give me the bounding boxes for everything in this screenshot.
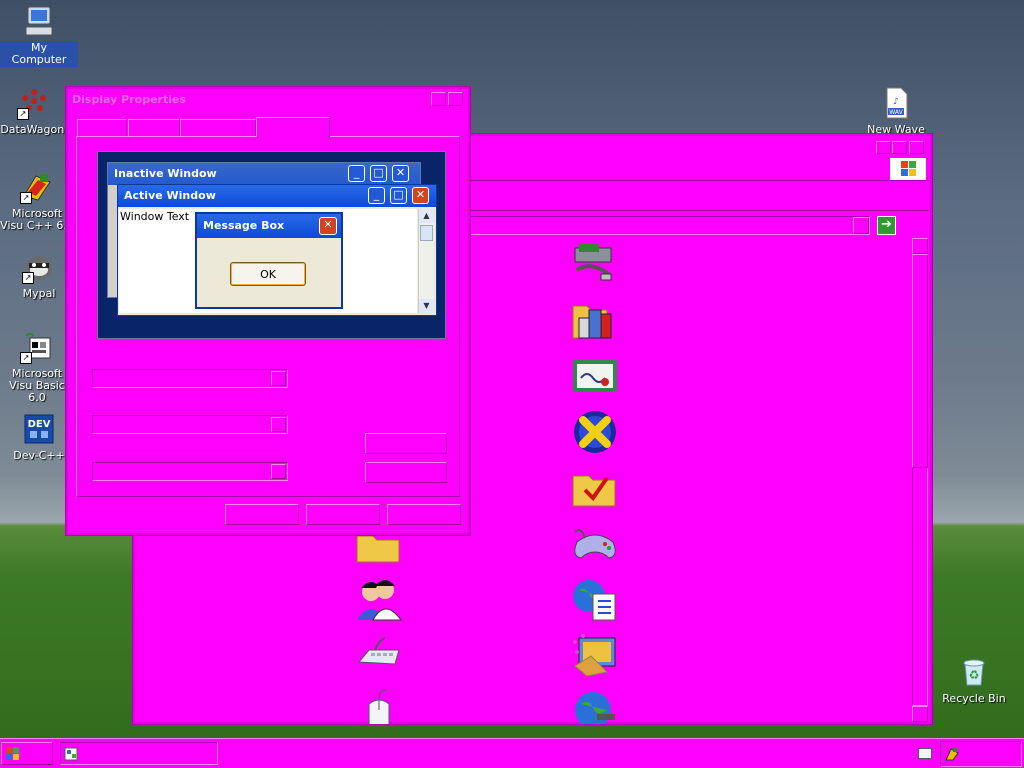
- desktop-icon-my-computer[interactable]: My Computer: [0, 4, 78, 67]
- desktop-icon-datawagon[interactable]: ↗ DataWagon.: [0, 86, 73, 137]
- windows-logo-icon: [890, 158, 926, 180]
- minimize-icon: _: [368, 187, 385, 204]
- close-button[interactable]: [448, 92, 463, 106]
- desktop-icon-recycle-bin[interactable]: ♻ Recycle Bin: [935, 655, 1013, 706]
- window-title: Display Properties: [72, 93, 187, 106]
- svg-text:♻: ♻: [969, 668, 980, 682]
- ok-dialog-button[interactable]: [225, 504, 299, 525]
- desktop-icon-visual-basic[interactable]: ↗ Microsoft Visu Basic 6.0: [0, 330, 76, 405]
- wav-file-icon: ♪ WAV: [879, 86, 913, 120]
- internet-options-icon[interactable]: [571, 576, 619, 624]
- close-button[interactable]: [909, 141, 924, 154]
- svg-text:DEV: DEV: [28, 419, 51, 430]
- desktop-icon-new-wave[interactable]: ♪ WAV New Wave: [857, 86, 935, 137]
- scroll-down-button[interactable]: [912, 706, 928, 722]
- tab-themes[interactable]: [77, 119, 127, 136]
- shortcut-arrow-icon: ↗: [20, 192, 32, 204]
- tab-screen-saver[interactable]: [180, 119, 256, 136]
- control-panel-icon: [64, 747, 78, 761]
- cancel-dialog-button[interactable]: [306, 504, 380, 525]
- close-icon: ✕: [412, 187, 429, 204]
- maximize-button[interactable]: [892, 141, 907, 154]
- maximize-icon: □: [370, 165, 387, 182]
- minimize-icon: _: [348, 165, 365, 182]
- svg-text:♪: ♪: [893, 97, 899, 107]
- visual-basic-icon: ↗: [20, 330, 54, 364]
- maximize-icon: □: [390, 187, 407, 204]
- tab-desktop[interactable]: [128, 119, 180, 136]
- taskbar-button-control-panel[interactable]: [60, 742, 218, 765]
- my-computer-icon: [22, 4, 56, 38]
- preview-scrollbar: ▲ ▼: [418, 209, 434, 313]
- scroll-up-button[interactable]: [912, 238, 928, 254]
- desktop-icon-label: Microsoft Visu Basic 6.0: [9, 367, 65, 404]
- add-hardware-icon[interactable]: [571, 240, 619, 288]
- network-icon[interactable]: [571, 688, 619, 724]
- apply-dialog-button[interactable]: [387, 504, 461, 525]
- visual-cpp-icon: ↗: [20, 170, 54, 204]
- desktop-icon-label: DataWagon.: [0, 123, 68, 136]
- keyboard-icon[interactable]: [355, 632, 403, 680]
- close-icon: ✕: [392, 165, 409, 182]
- close-icon: ✕: [319, 217, 337, 235]
- minimize-button[interactable]: [876, 141, 891, 154]
- recycle-bin-icon: ♻: [957, 655, 991, 689]
- start-button[interactable]: [1, 742, 53, 765]
- datawagon-icon: ↗: [17, 86, 51, 120]
- system-tray: [940, 741, 1022, 767]
- address-bar[interactable]: [470, 216, 870, 235]
- windows-and-buttons-dropdown[interactable]: [92, 369, 288, 388]
- dev-cpp-icon: DEV: [22, 412, 56, 446]
- game-controllers-icon[interactable]: [571, 520, 619, 568]
- desktop-icon-label: Mypal: [22, 287, 56, 300]
- directx-icon[interactable]: [571, 408, 619, 456]
- desktop-icon-label: Dev-C++: [13, 449, 65, 462]
- desktop-icon-label: Microsoft Visu C++ 6.0: [0, 207, 74, 232]
- window-text: Window Text: [120, 210, 190, 223]
- windows-flag-icon: [6, 747, 19, 760]
- font-size-dropdown[interactable]: [92, 462, 288, 481]
- scroll-thumb: [420, 225, 433, 241]
- dropdown-arrow-button[interactable]: [271, 371, 286, 386]
- message-box: Message Box ✕ OK: [195, 212, 343, 309]
- display-properties-window: Display Properties Inactive Window _ □ ✕…: [66, 87, 470, 535]
- desktop-icon-visual-cpp[interactable]: ↗ Microsoft Visu C++ 6.0: [0, 170, 76, 233]
- effects-button[interactable]: [365, 433, 447, 454]
- users-icon[interactable]: [355, 576, 403, 624]
- folder-options-icon[interactable]: [571, 464, 619, 512]
- shortcut-arrow-icon: ↗: [22, 272, 34, 284]
- go-arrow-icon[interactable]: ➔: [877, 216, 896, 235]
- tray-app-icon[interactable]: [945, 747, 959, 761]
- appearance-preview: Inactive Window _ □ ✕ Active Window _ □ …: [97, 151, 446, 339]
- address-dropdown-button[interactable]: [853, 217, 869, 234]
- shortcut-arrow-icon: ↗: [17, 108, 29, 120]
- display-icon[interactable]: [571, 632, 619, 680]
- certificate-icon[interactable]: [571, 352, 619, 400]
- mouse-icon[interactable]: [355, 688, 403, 724]
- dropdown-arrow-button[interactable]: [271, 464, 286, 479]
- dropdown-arrow-button[interactable]: [271, 417, 286, 432]
- mypal-icon: ↗: [22, 250, 56, 284]
- taskbar: [0, 738, 1024, 768]
- tab-appearance[interactable]: [256, 117, 330, 137]
- advanced-button[interactable]: [365, 462, 447, 483]
- scroll-down-icon: ▼: [419, 299, 434, 313]
- admin-tools-icon[interactable]: [571, 296, 619, 344]
- scroll-thumb[interactable]: [912, 254, 928, 468]
- help-button[interactable]: [431, 92, 446, 106]
- shortcut-arrow-icon: ↗: [20, 352, 32, 364]
- color-scheme-dropdown[interactable]: [92, 415, 288, 434]
- desktop-icon-label: Recycle Bin: [942, 692, 1006, 705]
- desktop-icon-label: My Computer: [0, 41, 78, 67]
- svg-text:WAV: WAV: [889, 109, 903, 116]
- keyboard-tray-icon[interactable]: [918, 748, 932, 759]
- scroll-up-icon: ▲: [419, 209, 434, 223]
- active-window-title: Active Window: [118, 185, 436, 207]
- ok-button: OK: [230, 262, 306, 286]
